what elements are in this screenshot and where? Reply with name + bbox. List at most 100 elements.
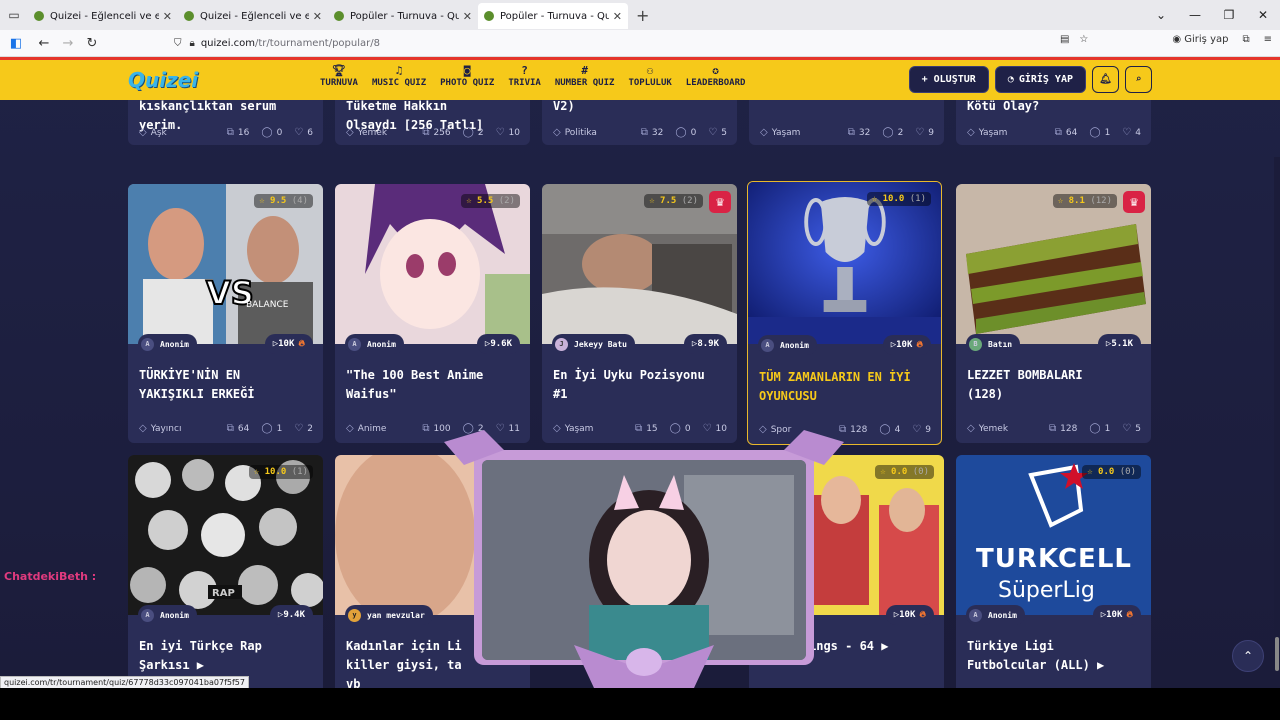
menu-item-turnuva[interactable]: 🏆︎ TURNUVA — [320, 64, 358, 88]
card-category[interactable]: Yaşam — [772, 128, 801, 138]
browser-tab[interactable]: Quizei - Eğlenceli ve etkileşimli ✕ — [28, 3, 178, 29]
rating-value: 10.0 — [264, 467, 287, 477]
account-button[interactable]: ◉ Giriş yap — [1172, 34, 1228, 45]
window-close-icon[interactable]: ✕ — [1246, 8, 1280, 22]
card-title[interactable]: "The 100 Best Anime Waifus" — [346, 366, 520, 404]
site-logo[interactable]: Quizei — [128, 68, 198, 92]
login-button[interactable]: ◔ GİRİŞ YAP — [994, 66, 1086, 93]
rating-value: 9.5 — [270, 196, 287, 206]
bookmark-star-icon[interactable]: ☆ — [1079, 34, 1088, 45]
sidebar-icon[interactable]: ◧ — [4, 36, 28, 51]
card-comments: 2 — [477, 127, 484, 138]
author-chip[interactable]: A Anonim — [966, 605, 1025, 625]
author-chip[interactable]: A Anonim — [345, 334, 404, 354]
search-icon[interactable]: ⌕ — [1125, 66, 1152, 93]
menu-item-photo-quiz[interactable]: ◙ PHOTO QUIZ — [440, 64, 494, 88]
card-thumbnail[interactable]: TURKCELL SüperLig — [956, 455, 1151, 615]
page-scrollbar[interactable] — [1274, 157, 1280, 688]
card-title[interactable]: TÜM ZAMANLARIN EN İYİ OYUNCUSU — [759, 368, 931, 406]
tab-list-icon[interactable]: ▭ — [0, 0, 28, 30]
restore-icon[interactable]: ❐ — [1212, 8, 1246, 22]
tag-icon: ◇ — [346, 423, 354, 434]
card-category[interactable]: Anime — [358, 424, 387, 434]
card-title[interactable]: En İyi Uyku Pozisyonu #1 — [553, 366, 727, 404]
quiz-card[interactable]: ☆ 8.1 (12) ♛ B Batın ▷ 5.1K LEZZET BOMBAL… — [956, 184, 1151, 443]
quiz-card[interactable]: TURKCELL SüperLig ☆ 0.0 (0) A Anonim ▷ 10… — [956, 455, 1151, 688]
close-icon[interactable]: ✕ — [163, 10, 172, 23]
card-thumbnail[interactable] — [956, 184, 1151, 344]
card-count: 256 — [433, 127, 451, 138]
menu-icon[interactable]: ≡ — [1264, 34, 1272, 45]
notifications-bell-icon[interactable]: 🔔︎ — [1092, 66, 1119, 93]
menu-item-trivia[interactable]: ? TRIVIA — [508, 64, 541, 88]
minimize-icon[interactable]: — — [1178, 8, 1212, 22]
card-category[interactable]: Aşk — [151, 128, 167, 138]
comment-icon: ◯ — [882, 127, 894, 138]
quiz-card[interactable]: RAP ☆ 10.0 (1) A Anonim ▷ 9.4K En iyi Tür… — [128, 455, 323, 688]
quiz-card[interactable]: ☆ 7.5 (2) ♛ J Jekeyy Batu ▷ 8.9K En İyi U… — [542, 184, 737, 443]
card-thumbnail[interactable]: VS BALANCE — [128, 184, 323, 344]
menu-item-leaderboard[interactable]: ✪ LEADERBOARD — [686, 64, 746, 88]
lock-icon[interactable]: 🔒︎ — [190, 38, 195, 49]
header-actions: + OLUŞTUR ◔ GİRİŞ YAP 🔔︎ ⌕ — [908, 66, 1152, 93]
card-thumbnail[interactable] — [748, 182, 941, 344]
forward-icon[interactable]: → — [56, 36, 80, 51]
card-category[interactable]: Yaşam — [979, 128, 1008, 138]
menu-item-music-quiz[interactable]: ♫ MUSIC QUIZ — [372, 64, 426, 88]
author-chip[interactable]: A Anonim — [138, 605, 197, 625]
card-title[interactable]: En iyi Türkçe Rap Şarkısı ▶ — [139, 637, 313, 675]
create-button[interactable]: + OLUŞTUR — [908, 66, 989, 93]
author-name: Anonim — [160, 610, 189, 620]
avatar: A — [761, 338, 774, 352]
rating-badge: ☆ 8.1 (12) — [1052, 194, 1117, 208]
new-tab-icon[interactable]: + — [636, 6, 649, 25]
reload-icon[interactable]: ↻ — [80, 36, 104, 51]
quiz-card-hovered[interactable]: ☆ 10.0 (1) A Anonim ▷ 10K 🔥︎ TÜM ZAMANLARI… — [747, 181, 942, 445]
card-thumbnail[interactable] — [335, 184, 530, 344]
plays-value: 10K — [1106, 610, 1123, 620]
card-title[interactable]: LEZZET BOMBALARI (128) — [967, 366, 1141, 404]
comment-icon: ◯ — [462, 127, 474, 138]
close-icon[interactable]: ✕ — [313, 10, 322, 23]
card-thumbnail[interactable]: RAP — [128, 455, 323, 615]
url-bar[interactable]: ⛉ 🔒︎ quizei.com/tr/tournament/popular/8 — [174, 33, 1096, 54]
extensions-icon[interactable]: ⧉ — [1242, 34, 1249, 45]
card-title[interactable]: Türkiye Ligi Futbolcular (ALL) ▶ — [967, 637, 1141, 675]
card-category[interactable]: Politika — [565, 128, 597, 138]
quiz-card[interactable]: ☆ 5.5 (2) A Anonim ▷ 9.6K "The 100 Best A… — [335, 184, 530, 443]
author-chip[interactable]: J Jekeyy Batu — [552, 334, 635, 354]
author-chip[interactable]: A Anonim — [138, 334, 197, 354]
reader-icon[interactable]: ▤ — [1060, 34, 1069, 45]
rating-badge: ☆ 0.0 (0) — [1082, 465, 1141, 479]
browser-tab[interactable]: Popüler - Turnuva - Quizei ✕ — [328, 3, 478, 29]
quiz-card[interactable]: VS BALANCE ☆ 9.5 (4) A Anonim ▷ 10K 🔥︎ TÜR… — [128, 184, 323, 443]
author-chip[interactable]: B Batın — [966, 334, 1021, 354]
comment-icon: ◯ — [261, 127, 273, 138]
plays-chip: ▷ 9.4K — [269, 605, 313, 625]
author-name: Anonim — [988, 610, 1017, 620]
tab-overflow-icon[interactable]: ⌄ — [1144, 8, 1178, 22]
card-category[interactable]: Yayıncı — [151, 424, 182, 434]
card-title[interactable]: TÜRKİYE'NİN EN YAKIŞIKLI ERKEĞİ — [139, 366, 313, 404]
plays-value: 9.6K — [490, 339, 512, 349]
card-category[interactable]: Yemek — [358, 128, 387, 138]
menu-item-number-quiz[interactable]: # NUMBER QUIZ — [555, 64, 615, 88]
scroll-to-top-button[interactable]: ⌃ — [1232, 640, 1264, 672]
avatar: A — [141, 337, 154, 351]
close-icon[interactable]: ✕ — [463, 10, 472, 23]
site-header: Quizei 🏆︎ TURNUVA ♫ MUSIC QUIZ ◙ PHOTO QUIZ… — [0, 57, 1280, 100]
close-icon[interactable]: ✕ — [613, 10, 622, 23]
comment-icon: ◯ — [1089, 423, 1101, 434]
card-category[interactable]: Yemek — [979, 424, 1008, 434]
scrollbar-thumb[interactable] — [1275, 637, 1279, 671]
shield-icon[interactable]: ⛉ — [174, 38, 182, 49]
menu-item-topluluk[interactable]: ⚇ TOPLULUK — [628, 64, 671, 88]
author-chip[interactable]: y yan mevzular — [345, 605, 433, 625]
browser-tab[interactable]: Quizei - Eğlenceli ve etkileşimli ✕ — [178, 3, 328, 29]
card-thumbnail[interactable] — [542, 184, 737, 344]
avatar: y — [348, 608, 361, 622]
author-chip[interactable]: A Anonim — [758, 335, 817, 355]
browser-tab-active[interactable]: Popüler - Turnuva - Quizei ✕ — [478, 3, 628, 29]
back-icon[interactable]: ← — [32, 36, 56, 51]
menu-label: TOPLULUK — [628, 78, 672, 88]
